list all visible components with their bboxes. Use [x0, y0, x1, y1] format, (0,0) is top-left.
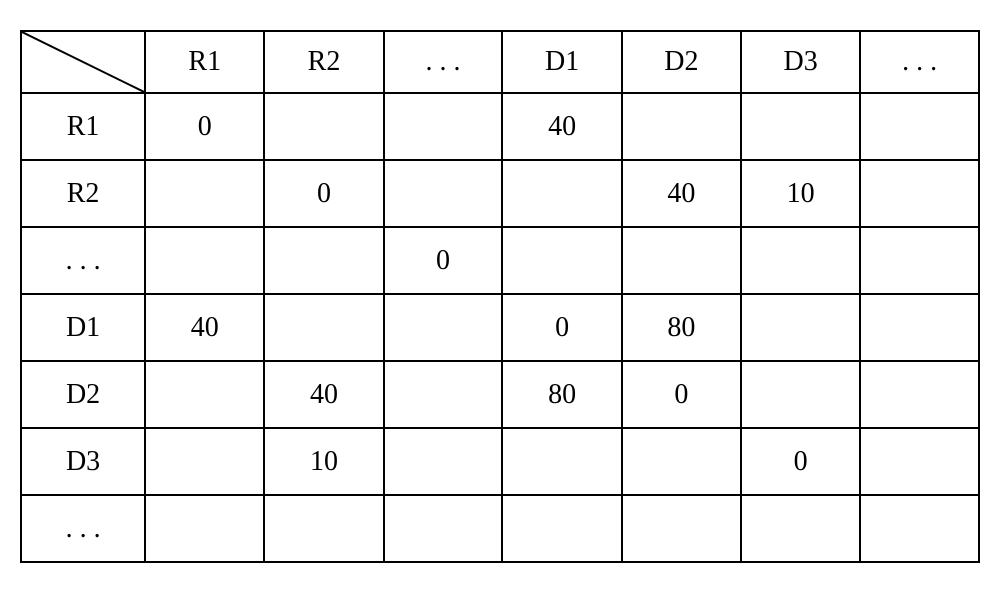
- diagonal-header-cell: [21, 31, 145, 93]
- row-header-ellipsis: . . .: [21, 227, 145, 294]
- cell: [622, 227, 741, 294]
- table-row: R2 0 40 10: [21, 160, 979, 227]
- row-header-r2: R2: [21, 160, 145, 227]
- cell: [145, 361, 264, 428]
- cell: 0: [622, 361, 741, 428]
- cell: [384, 428, 503, 495]
- table-row: D3 10 0: [21, 428, 979, 495]
- cell: [741, 361, 860, 428]
- cell: [860, 428, 979, 495]
- cell: 40: [145, 294, 264, 361]
- diagonal-line-icon: [22, 32, 144, 92]
- cell: [622, 428, 741, 495]
- cell: [860, 495, 979, 562]
- cell: [145, 428, 264, 495]
- col-header-ellipsis-2: . . .: [860, 31, 979, 93]
- cell: 10: [264, 428, 383, 495]
- cell: [264, 294, 383, 361]
- cell: [860, 93, 979, 160]
- cell: [502, 428, 621, 495]
- cell: [741, 93, 860, 160]
- col-header-ellipsis: . . .: [384, 31, 503, 93]
- cell: [502, 227, 621, 294]
- cell: [264, 495, 383, 562]
- cell: 0: [264, 160, 383, 227]
- cell: 10: [741, 160, 860, 227]
- row-header-ellipsis-2: . . .: [21, 495, 145, 562]
- cell: [264, 227, 383, 294]
- table-row: D2 40 80 0: [21, 361, 979, 428]
- cell: [502, 160, 621, 227]
- cell: [384, 93, 503, 160]
- cell: [622, 495, 741, 562]
- cell: [502, 495, 621, 562]
- cell: [264, 93, 383, 160]
- cell: [145, 227, 264, 294]
- cell: [145, 495, 264, 562]
- cell: 80: [622, 294, 741, 361]
- cell: 0: [741, 428, 860, 495]
- table-row: D1 40 0 80: [21, 294, 979, 361]
- table-row: . . . 0: [21, 227, 979, 294]
- cell: [145, 160, 264, 227]
- cell: 40: [622, 160, 741, 227]
- cell: [741, 495, 860, 562]
- cell: [860, 227, 979, 294]
- cell: [384, 495, 503, 562]
- cell: [384, 160, 503, 227]
- header-row: R1 R2 . . . D1 D2 D3 . . .: [21, 31, 979, 93]
- row-header-d3: D3: [21, 428, 145, 495]
- row-header-d1: D1: [21, 294, 145, 361]
- col-header-r1: R1: [145, 31, 264, 93]
- row-header-d2: D2: [21, 361, 145, 428]
- cell: [384, 361, 503, 428]
- cell: [384, 294, 503, 361]
- table-row: R1 0 40: [21, 93, 979, 160]
- cell: [741, 227, 860, 294]
- table-row: . . .: [21, 495, 979, 562]
- col-header-d2: D2: [622, 31, 741, 93]
- cell: [860, 361, 979, 428]
- cell: 40: [264, 361, 383, 428]
- col-header-d1: D1: [502, 31, 621, 93]
- cell: 80: [502, 361, 621, 428]
- cell: 0: [384, 227, 503, 294]
- row-header-r1: R1: [21, 93, 145, 160]
- cell: 0: [145, 93, 264, 160]
- col-header-r2: R2: [264, 31, 383, 93]
- cell: 0: [502, 294, 621, 361]
- cell: [860, 294, 979, 361]
- data-matrix-table: R1 R2 . . . D1 D2 D3 . . . R1 0 40 R2 0 …: [20, 30, 980, 563]
- cell: [741, 294, 860, 361]
- col-header-d3: D3: [741, 31, 860, 93]
- cell: [622, 93, 741, 160]
- cell: 40: [502, 93, 621, 160]
- cell: [860, 160, 979, 227]
